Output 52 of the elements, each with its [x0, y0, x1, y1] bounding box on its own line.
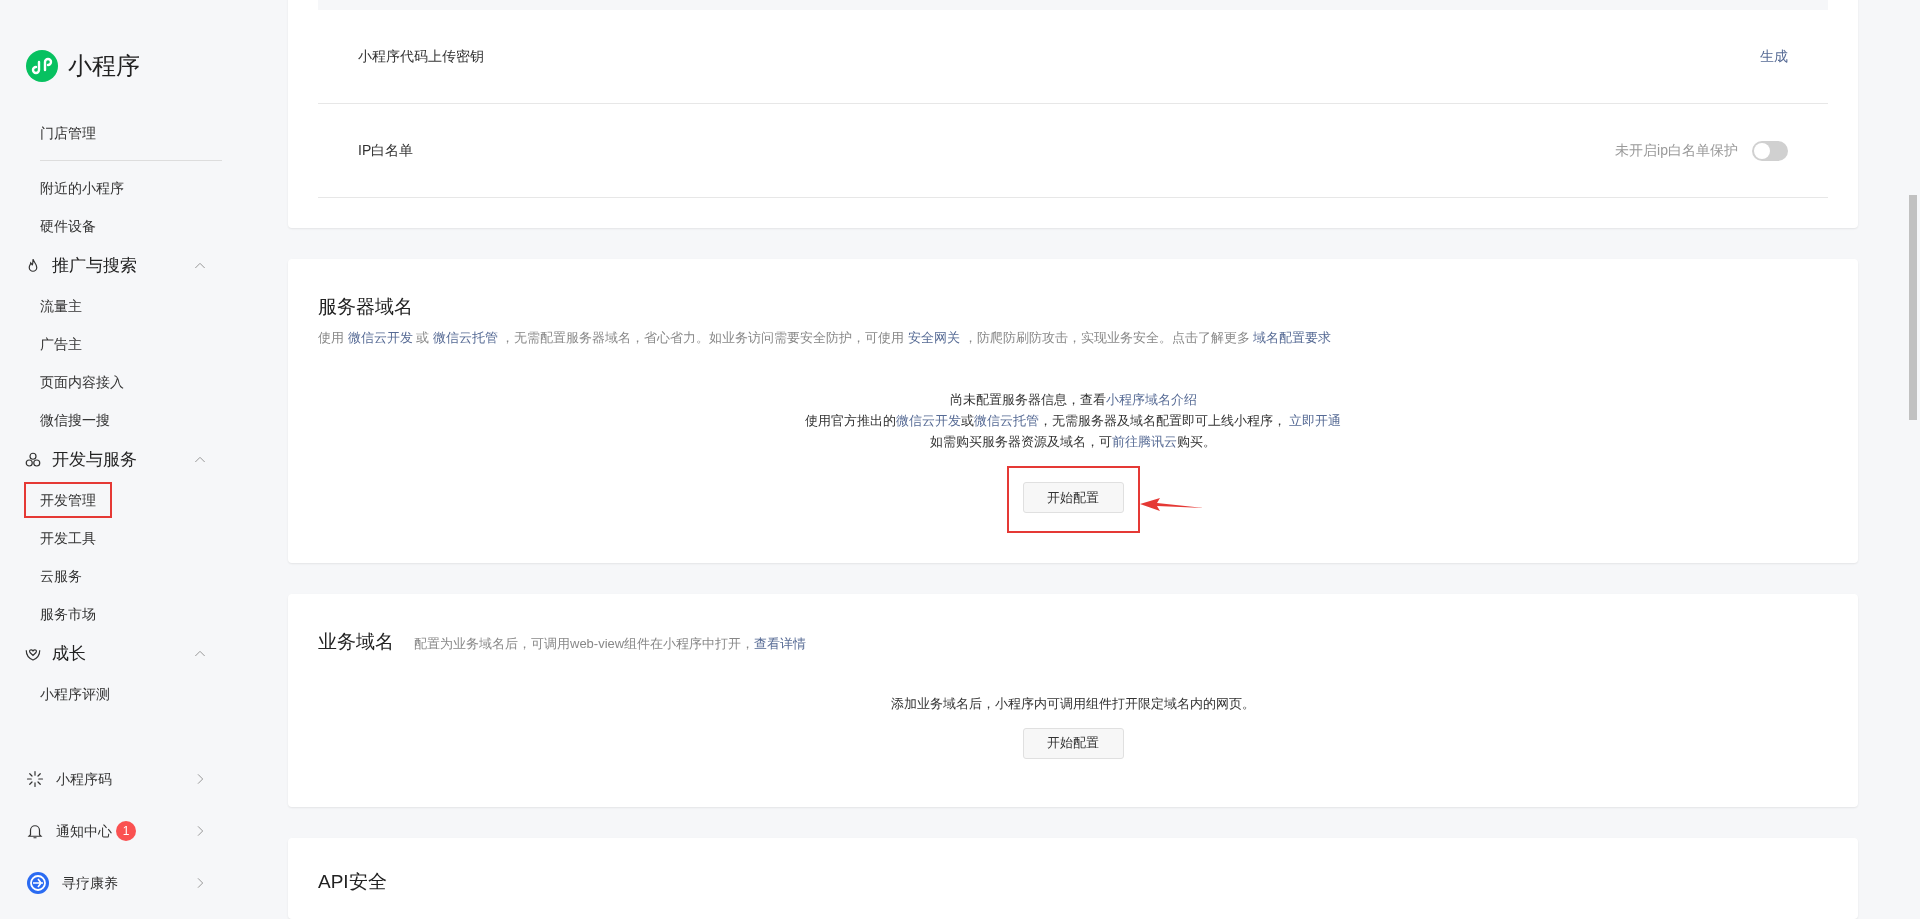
link[interactable]: 安全网关 — [908, 329, 961, 345]
sidebar-item[interactable]: 小程序评测 — [40, 684, 110, 704]
start-config-button[interactable]: 开始配置 — [1022, 482, 1124, 513]
link[interactable]: 微信云开发 — [895, 413, 961, 428]
sparkle-icon — [26, 770, 44, 788]
section-header[interactable]: 成长 — [52, 641, 192, 667]
circles-icon — [24, 451, 42, 469]
toggle-status: 未开启ip白名单保护 — [1615, 141, 1738, 160]
sidebar-item[interactable]: 广告主 — [40, 334, 82, 354]
link[interactable]: 域名配置要求 — [1253, 329, 1332, 345]
sidebar-item[interactable]: 寻疗康养 — [62, 872, 118, 894]
scrollbar-thumb[interactable] — [1909, 195, 1917, 420]
sidebar-item[interactable]: 页面内容接入 — [40, 372, 124, 392]
section-header[interactable]: 开发与服务 — [52, 447, 192, 473]
account-logo-icon — [26, 871, 50, 895]
section-header[interactable]: 推广与搜索 — [52, 253, 192, 279]
section-title: 业务域名 — [318, 630, 394, 654]
empty-state-text: 使用官方推出的微信云开发或微信云托管，无需服务器及域名配置即可上线小程序， 立即开通 — [804, 412, 1342, 430]
generate-link[interactable]: 生成 — [1760, 46, 1788, 67]
notification-badge: 1 — [116, 821, 136, 841]
sidebar-item[interactable]: 云服务 — [40, 566, 82, 586]
section-title: 服务器域名 — [318, 295, 413, 319]
start-config-button[interactable]: 开始配置 — [1022, 727, 1124, 759]
empty-state-text: 如需购买服务器资源及域名，可前往腾讯云购买。 — [930, 433, 1216, 451]
sidebar-item[interactable]: 门店管理 — [40, 123, 96, 143]
sidebar-item[interactable]: 流量主 — [40, 296, 82, 316]
sidebar-item[interactable]: 附近的小程序 — [40, 178, 124, 198]
link[interactable]: 微信云托管 — [432, 329, 498, 345]
sidebar-item[interactable]: 小程序码 — [56, 768, 112, 790]
mini-program-logo-icon — [26, 50, 58, 82]
sidebar-item[interactable]: 微信搜一搜 — [40, 410, 110, 430]
section-description: 使用 微信云开发 或 微信云托管 ，无需配置服务器域名，省心省力。如业务访问需要安全防护，可使用 安全网关 ，防爬防刷防攻击，实现业务安全。点击了解更多 域名配置要求 — [318, 328, 1333, 347]
empty-state-text: 尚未配置服务器信息，查看小程序域名介绍 — [949, 391, 1197, 409]
setting-label: 小程序代码上传密钥 — [358, 47, 485, 66]
sidebar-item[interactable]: 开发管理 — [24, 482, 112, 518]
sidebar-item[interactable]: 服务市场 — [40, 604, 96, 624]
link[interactable]: 查看详情 — [754, 636, 807, 651]
link[interactable]: 小程序域名介绍 — [1105, 392, 1197, 407]
app-title: 小程序 — [68, 51, 140, 81]
link[interactable]: 前往腾讯云 — [1112, 434, 1177, 449]
bell-icon — [26, 822, 44, 840]
sidebar-item[interactable]: 通知中心 — [56, 820, 112, 842]
sidebar-item[interactable]: 开发工具 — [40, 528, 96, 548]
setting-label: IP白名单 — [358, 141, 415, 160]
empty-state-text: 添加业务域名后，小程序内可调用组件打开限定域名内的网页。 — [891, 694, 1255, 713]
section-title: API安全 — [318, 869, 388, 894]
sidebar-item[interactable]: 硬件设备 — [40, 216, 96, 236]
link[interactable]: 微信云开发 — [347, 329, 413, 345]
link[interactable]: 立即开通 — [1289, 413, 1342, 428]
link[interactable]: 微信云托管 — [973, 413, 1039, 428]
section-hint: 配置为业务域名后，可调用web-view组件在小程序中打开，查看详情 — [414, 635, 807, 653]
toggle-switch[interactable] — [1752, 140, 1788, 161]
